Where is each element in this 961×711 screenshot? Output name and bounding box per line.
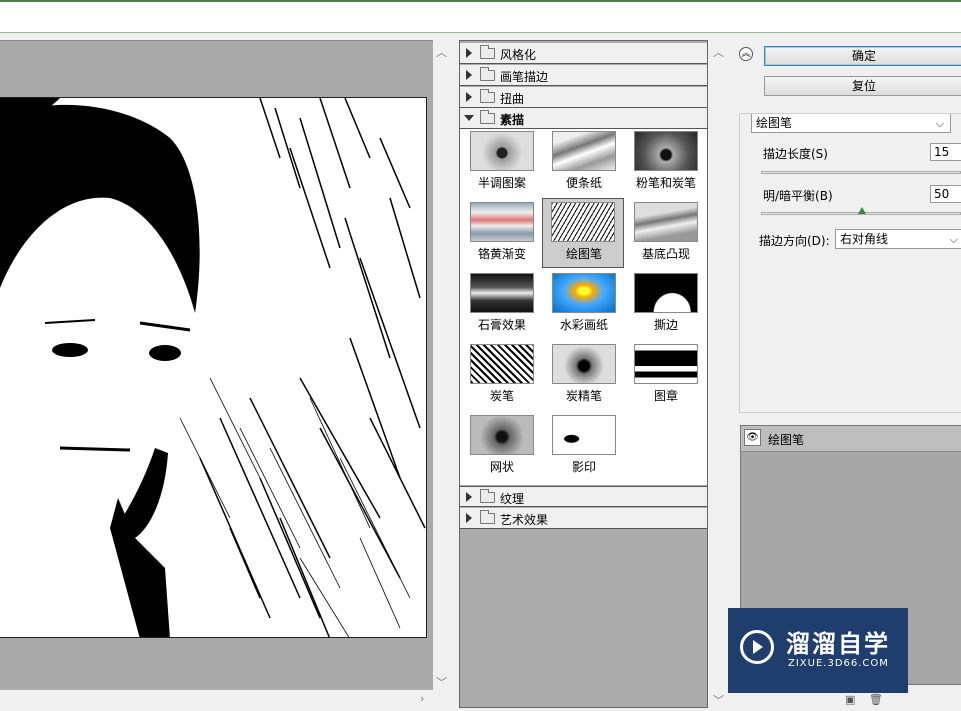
scroll-up-icon[interactable]: ︿ <box>713 44 724 60</box>
category-sketch[interactable]: 素描 <box>460 108 707 129</box>
filtered-portrait-image <box>0 97 427 638</box>
watermark-subtitle: ZIXUE.3D66.COM <box>788 658 889 669</box>
preview-vertical-scrollbar[interactable]: ︿ ﹀ <box>433 40 449 690</box>
options-group-border <box>739 113 961 413</box>
scroll-up-icon[interactable]: ︿ <box>436 44 447 60</box>
expand-triangle-icon[interactable] <box>466 48 472 58</box>
filter-list-scrollbar[interactable]: ︿ ﹀ <box>710 40 727 708</box>
thumb-label: 撕边 <box>653 318 678 332</box>
thumbnail-image <box>470 344 534 384</box>
scroll-down-icon[interactable]: ﹀ <box>436 674 447 690</box>
thumb-label: 基底凸现 <box>641 247 690 261</box>
title-bar <box>0 0 961 33</box>
thumbnail-image <box>634 344 698 384</box>
thumbnail-image <box>552 344 616 384</box>
thumb-label: 网状 <box>489 460 514 474</box>
category-label: 扭曲 <box>500 92 525 106</box>
thumbnail-image <box>634 131 698 171</box>
scroll-right-icon[interactable]: › <box>420 692 424 705</box>
filter-thumb-charcoal[interactable]: 炭笔 <box>462 342 538 408</box>
category-label: 素描 <box>500 113 525 127</box>
open-folder-icon <box>480 110 495 124</box>
filter-thumb-torn-edges[interactable]: 撕边 <box>626 271 702 337</box>
filter-thumb-stamp[interactable]: 图章 <box>626 342 702 408</box>
thumbnail-image <box>470 202 534 242</box>
thumb-label: 水彩画纸 <box>559 318 608 332</box>
thumbnail-image <box>470 273 534 313</box>
category-brush-strokes[interactable]: 画笔描边 <box>460 65 707 86</box>
expand-triangle-icon[interactable] <box>466 492 472 502</box>
thumb-label: 石膏效果 <box>477 318 526 332</box>
watermark-title: 溜溜自学 <box>786 630 890 658</box>
expand-triangle-icon[interactable] <box>466 92 472 102</box>
folder-icon <box>480 510 495 524</box>
category-artistic[interactable]: 艺术效果 <box>460 508 707 529</box>
preview-horizontal-scrollbar[interactable]: › <box>0 690 449 708</box>
preview-area[interactable] <box>0 40 449 691</box>
category-label: 风格化 <box>500 48 537 62</box>
thumb-label: 炭精笔 <box>565 389 602 403</box>
filter-thumb-chalk-charcoal[interactable]: 粉笔和炭笔 <box>626 129 702 195</box>
eye-visibility-icon[interactable]: 👁 <box>744 429 761 446</box>
collapse-gallery-icon[interactable]: ︽ <box>739 47 753 61</box>
category-label: 画笔描边 <box>500 70 549 84</box>
thumb-label: 铬黄渐变 <box>477 247 526 261</box>
folder-icon <box>480 67 495 81</box>
thumbnail-image <box>634 202 698 242</box>
thumbnail-image <box>470 131 534 171</box>
expand-triangle-icon[interactable] <box>466 70 472 80</box>
filter-thumb-reticulation[interactable]: 网状 <box>462 413 538 479</box>
category-texture[interactable]: 纹理 <box>460 486 707 507</box>
filter-thumb-chrome[interactable]: 铬黄渐变 <box>462 200 538 266</box>
thumb-label: 图章 <box>653 389 678 403</box>
thumb-label: 绘图笔 <box>565 247 602 261</box>
category-stylize[interactable]: 风格化 <box>460 43 707 64</box>
thumb-label: 粉笔和炭笔 <box>635 176 696 190</box>
category-label: 艺术效果 <box>500 513 549 527</box>
layer-name: 绘图笔 <box>768 433 805 447</box>
watermark-logo: 溜溜自学 ZIXUE.3D66.COM <box>728 608 908 693</box>
thumbnail-image <box>552 273 616 313</box>
trash-icon[interactable]: 🗑 <box>869 693 883 706</box>
play-logo-icon <box>740 630 774 664</box>
collapse-triangle-icon[interactable] <box>464 115 474 121</box>
category-distort[interactable]: 扭曲 <box>460 87 707 108</box>
thumb-label: 影印 <box>571 460 596 474</box>
filter-thumb-conte-crayon[interactable]: 炭精笔 <box>544 342 620 408</box>
filter-gallery-list: 风格化 画笔描边 扭曲 素描 半调图案 便条纸 粉笔和炭笔 铬黄渐变 绘图笔 基… <box>459 40 708 708</box>
filter-thumb-bas-relief[interactable]: 基底凸现 <box>626 200 702 266</box>
thumbnail-image <box>470 415 534 455</box>
reset-button[interactable]: 复位 <box>764 76 961 96</box>
sketch-filter-thumbnails: 半调图案 便条纸 粉笔和炭笔 铬黄渐变 绘图笔 基底凸现 石膏效果 水彩画纸 撕… <box>460 129 707 485</box>
thumbnail-image <box>634 273 698 313</box>
thumbnail-image <box>552 131 616 171</box>
scroll-down-icon[interactable]: ﹀ <box>713 692 724 708</box>
new-layer-icon[interactable]: ▣ <box>845 693 855 706</box>
ok-button[interactable]: 确定 <box>764 46 961 66</box>
thumbnail-image <box>551 202 615 242</box>
thumb-label: 便条纸 <box>565 176 602 190</box>
layer-actions: ▣ 🗑 <box>845 693 883 706</box>
thumbnail-image <box>552 415 616 455</box>
folder-icon <box>480 489 495 503</box>
filter-thumb-note-paper[interactable]: 便条纸 <box>544 129 620 195</box>
filter-thumb-water-paper[interactable]: 水彩画纸 <box>544 271 620 337</box>
filter-thumb-graphic-pen[interactable]: 绘图笔 <box>542 198 624 268</box>
thumb-label: 炭笔 <box>489 389 514 403</box>
filter-thumb-halftone[interactable]: 半调图案 <box>462 129 538 195</box>
effect-layer-row[interactable]: 👁 绘图笔 <box>741 426 961 452</box>
category-label: 纹理 <box>500 492 525 506</box>
filter-thumb-plaster[interactable]: 石膏效果 <box>462 271 538 337</box>
folder-icon <box>480 89 495 103</box>
thumb-label: 半调图案 <box>477 176 526 190</box>
expand-triangle-icon[interactable] <box>466 513 472 523</box>
folder-icon <box>480 45 495 59</box>
filter-thumb-photocopy[interactable]: 影印 <box>544 413 620 479</box>
